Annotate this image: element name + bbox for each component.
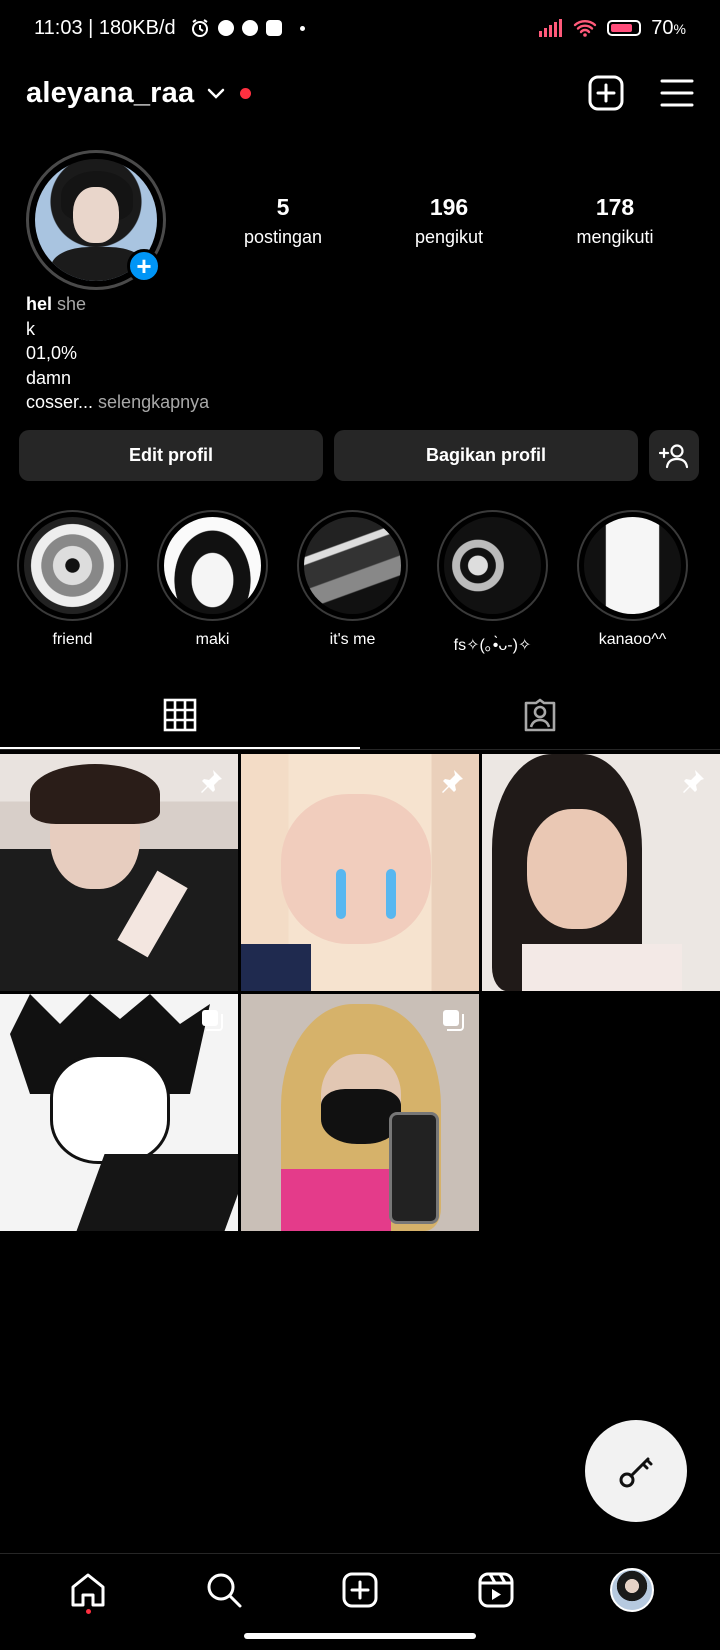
bio-line: damn: [26, 367, 72, 388]
plus-square-icon: [342, 1572, 378, 1607]
tab-posts-grid[interactable]: [0, 680, 360, 749]
battery-percent: 70%: [651, 16, 686, 39]
tagged-person-icon: [524, 698, 556, 731]
highlight-cover: [304, 517, 401, 614]
nav-search[interactable]: [194, 1560, 254, 1620]
nav-reels[interactable]: [466, 1560, 526, 1620]
plus-square-icon[interactable]: [588, 75, 624, 111]
hamburger-menu-icon[interactable]: [660, 78, 694, 108]
notification-dot: [85, 1608, 91, 1614]
app-notification-icon: [217, 20, 234, 36]
bio-line: k: [26, 318, 35, 339]
pin-icon: [198, 768, 224, 799]
stat-following[interactable]: 178 mengikuti: [532, 194, 698, 248]
story-highlights: friend maki it's me fs✧(｡•̀ᴗ-)✧ kanaoo^^: [17, 510, 688, 655]
highlight-label: fs✧(｡•̀ᴗ-)✧: [453, 637, 532, 654]
pronouns: she: [57, 294, 87, 314]
highlight-label: it's me: [329, 631, 376, 648]
multiple-photos-icon: [441, 1008, 465, 1037]
search-icon: [207, 1573, 242, 1607]
highlight-label: maki: [195, 631, 230, 648]
home-indicator: [244, 1633, 476, 1639]
post-thumbnail[interactable]: [241, 994, 479, 1231]
nav-home[interactable]: [58, 1560, 118, 1620]
app-notification-icon: [265, 20, 282, 36]
see-more-link[interactable]: selengkapnya: [98, 392, 209, 412]
alarm-icon: [191, 19, 208, 37]
post-thumbnail[interactable]: [482, 754, 720, 991]
post-thumbnail[interactable]: [0, 994, 238, 1231]
home-icon: [71, 1573, 105, 1606]
highlight-cover: [164, 517, 261, 614]
highlight-item[interactable]: maki: [157, 510, 268, 655]
reels-icon: [478, 1572, 514, 1607]
highlight-item[interactable]: fs✧(｡•̀ᴗ-)✧: [437, 510, 548, 655]
nav-create[interactable]: [330, 1560, 390, 1620]
display-name: hel: [26, 294, 53, 314]
edit-profile-button[interactable]: Edit profil: [19, 430, 323, 481]
posts-grid: [0, 754, 720, 1231]
grid-icon: [163, 698, 197, 731]
profile-header: aleyana_raa: [0, 62, 720, 124]
chevron-down-icon[interactable]: [206, 86, 226, 100]
status-time: 11:03 | 180KB/d: [34, 16, 176, 39]
highlight-cover: [24, 517, 121, 614]
highlight-cover: [444, 517, 541, 614]
bottom-navigation: [0, 1553, 720, 1625]
highlight-item[interactable]: friend: [17, 510, 128, 655]
add-person-icon: [659, 443, 689, 468]
stat-followers[interactable]: 196 pengikut: [366, 194, 532, 248]
highlight-item[interactable]: kanaoo^^: [577, 510, 688, 655]
battery-icon: [607, 20, 642, 36]
tab-tagged[interactable]: [360, 680, 720, 749]
wifi-icon: [574, 20, 597, 37]
floating-key-button[interactable]: [585, 1420, 687, 1522]
pin-icon: [680, 768, 706, 799]
app-notification-icon: [241, 20, 258, 36]
highlight-label: friend: [52, 631, 93, 648]
status-bar: 11:03 | 180KB/d 70%: [0, 0, 720, 56]
key-icon: [619, 1457, 653, 1488]
profile-actions: Edit profil Bagikan profil: [19, 430, 699, 481]
bio-line: cosser...: [26, 392, 94, 412]
post-thumbnail[interactable]: [0, 754, 238, 991]
share-profile-button[interactable]: Bagikan profil: [334, 430, 638, 481]
profile-avatar[interactable]: +: [26, 150, 166, 290]
highlight-cover: [584, 517, 681, 614]
more-notifications-icon: [299, 25, 305, 31]
pin-icon: [439, 768, 465, 799]
signal-icon: [539, 19, 563, 37]
username[interactable]: aleyana_raa: [26, 77, 194, 110]
bio-line: 01,0%: [26, 343, 78, 363]
stat-posts[interactable]: 5 postingan: [200, 194, 366, 248]
profile-stats: 5 postingan 196 pengikut 178 mengikuti: [200, 194, 700, 248]
highlight-label: kanaoo^^: [598, 631, 667, 648]
avatar: [610, 1567, 654, 1612]
nav-profile[interactable]: [602, 1560, 662, 1620]
profile-tabs: [0, 680, 720, 750]
add-story-plus-icon[interactable]: +: [127, 249, 161, 283]
notification-dot: [240, 87, 252, 99]
multiple-photos-icon: [200, 1008, 224, 1037]
highlight-item[interactable]: it's me: [297, 510, 408, 655]
post-thumbnail[interactable]: [241, 754, 479, 991]
discover-people-button[interactable]: [649, 430, 699, 481]
profile-bio: hel she k 01,0% damn cosser... selengkap…: [26, 292, 209, 415]
